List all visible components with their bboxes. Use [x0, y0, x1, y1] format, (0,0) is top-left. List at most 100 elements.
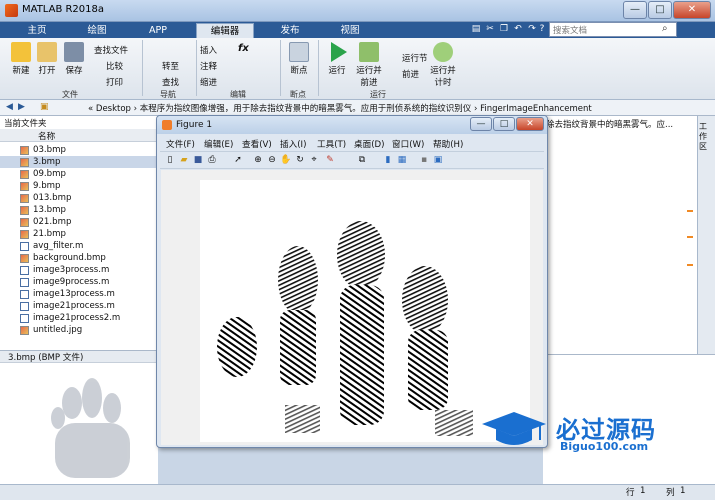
figure-close-button[interactable]: ✕ [516, 117, 544, 131]
copy-icon[interactable]: ❐ [498, 22, 510, 36]
back-arrow-icon[interactable]: ◀ [6, 102, 13, 112]
file-list-item[interactable]: image21process2.m [0, 312, 158, 324]
menu-view[interactable]: 查看(V) [242, 138, 272, 150]
file-list-item[interactable]: untitled.jpg [0, 324, 158, 336]
run-time-button[interactable]: 运行并 计时 [426, 42, 460, 88]
figure-maximize-button[interactable]: □ [493, 117, 515, 131]
file-list-item[interactable]: avg_filter.m [0, 240, 158, 252]
menu-file[interactable]: 文件(F) [166, 138, 195, 150]
hide-plot-tools-icon[interactable]: ▪ [418, 154, 430, 166]
print-figure-icon[interactable]: ⎙ [206, 154, 218, 166]
file-list-item[interactable]: 03.bmp [0, 144, 158, 156]
pointer-icon[interactable]: ➚ [232, 154, 244, 166]
data-cursor-icon[interactable]: ⌖ [308, 154, 320, 166]
file-name: 03.bmp [33, 145, 66, 155]
zoom-in-icon[interactable]: ⊕ [252, 154, 264, 166]
figure-minimize-button[interactable]: — [470, 117, 492, 131]
divider [318, 40, 319, 96]
menu-insert[interactable]: 插入(I) [280, 138, 306, 150]
folder-up-icon[interactable]: ▣ [40, 102, 49, 112]
file-list-item[interactable]: 21.bmp [0, 228, 158, 240]
column-name-header[interactable]: 名称 [38, 130, 55, 142]
brush-icon[interactable]: ✎ [324, 154, 336, 166]
forward-arrow-icon[interactable]: ▶ [18, 102, 25, 112]
menu-tools[interactable]: 工具(T) [317, 138, 346, 150]
run-advance-label-1: 运行并 [356, 66, 382, 76]
pan-icon[interactable]: ✋ [280, 154, 292, 166]
file-list-item[interactable]: background.bmp [0, 252, 158, 264]
figure-title: Figure 1 [176, 120, 213, 130]
minimize-button[interactable]: — [623, 1, 647, 19]
legend-icon[interactable]: ▦ [396, 154, 408, 166]
open-file-icon[interactable]: ▰ [178, 154, 190, 166]
menu-edit[interactable]: 编辑(E) [204, 138, 233, 150]
m-file-icon [20, 314, 29, 323]
matlab-logo-icon [5, 4, 18, 17]
close-button[interactable]: ✕ [673, 1, 711, 19]
new-label: 新建 [12, 66, 30, 76]
colorbar-icon[interactable]: ▮ [382, 154, 394, 166]
rotate-icon[interactable]: ↻ [294, 154, 306, 166]
file-list-item[interactable]: 021.bmp [0, 216, 158, 228]
run-advance-button[interactable]: 运行并 前进 [352, 42, 386, 88]
link-plot-icon[interactable]: ⧉ [356, 154, 368, 166]
save-quick-icon[interactable]: ▤ [470, 22, 482, 36]
tab-editor[interactable]: 编辑器 [196, 23, 254, 38]
file-list-item[interactable]: 09.bmp [0, 168, 158, 180]
new-figure-icon[interactable]: ▯ [164, 154, 176, 166]
workspace-label[interactable]: 工作区 [699, 122, 711, 152]
search-icon[interactable]: ⌕ [662, 23, 668, 34]
file-list-item[interactable]: 013.bmp [0, 192, 158, 204]
maximize-button[interactable]: □ [648, 1, 672, 19]
compare-button[interactable]: 比较 [106, 60, 123, 72]
find-button[interactable]: 查找 [162, 76, 179, 88]
tab-apps[interactable]: APP [140, 23, 176, 38]
menu-desktop[interactable]: 桌面(D) [354, 138, 385, 150]
zoom-out-icon[interactable]: ⊖ [266, 154, 278, 166]
help-icon[interactable]: ? [536, 22, 548, 36]
tab-view[interactable]: 视图 [330, 23, 370, 38]
save-figure-icon[interactable]: ■ [192, 154, 204, 166]
file-list-item[interactable]: image13process.m [0, 288, 158, 300]
comment-button[interactable]: 注释 [200, 60, 217, 72]
save-button[interactable]: 保存 [57, 42, 91, 76]
file-list-item[interactable]: 13.bmp [0, 204, 158, 216]
run-time-icon [433, 42, 453, 62]
tab-publish[interactable]: 发布 [270, 23, 310, 38]
search-input[interactable]: 搜索文档 [553, 24, 587, 36]
m-file-icon [20, 266, 29, 275]
folder-icon [37, 42, 57, 62]
file-list-item[interactable]: image21process.m [0, 300, 158, 312]
file-list-item[interactable]: image3process.m [0, 264, 158, 276]
preview-title: 3.bmp (BMP 文件) [8, 353, 84, 363]
editor-tab-text: 除去指纹背景中的暗黑雾气。应... [546, 120, 674, 130]
insert-button[interactable]: 插入 [200, 44, 217, 56]
file-name: image21process.m [33, 301, 115, 311]
run-section-button[interactable]: 运行节 [402, 52, 428, 64]
tab-plots[interactable]: 绘图 [78, 23, 116, 38]
undo-icon[interactable]: ↶ [512, 22, 524, 36]
advance-button[interactable]: 前进 [402, 68, 419, 80]
tab-home[interactable]: 主页 [20, 23, 54, 38]
find-files-button[interactable]: 查找文件 [94, 44, 128, 56]
save-label: 保存 [65, 66, 83, 76]
menu-window[interactable]: 窗口(W) [392, 138, 424, 150]
file-list-item[interactable]: 3.bmp [0, 156, 158, 168]
menu-help[interactable]: 帮助(H) [433, 138, 463, 150]
status-bar [0, 484, 715, 500]
file-list-item[interactable]: image9process.m [0, 276, 158, 288]
run-advance-icon [359, 42, 379, 62]
show-plot-tools-icon[interactable]: ▣ [432, 154, 444, 166]
disk-icon [64, 42, 84, 62]
window-title: MATLAB R2018a [22, 4, 105, 15]
print-button[interactable]: 打印 [106, 76, 123, 88]
breakpoints-button[interactable]: 断点 [282, 42, 316, 76]
fx-button[interactable]: fx [238, 43, 249, 54]
address-path[interactable]: « Desktop › 本程序为指纹图像增强，用于除去指纹背景中的暗黑雾气。应用… [88, 102, 592, 114]
cut-icon[interactable]: ✂ [484, 22, 496, 36]
run-button[interactable]: 运行 [320, 42, 354, 76]
indent-button[interactable]: 缩进 [200, 76, 217, 88]
goto-button[interactable]: 转至 [162, 60, 179, 72]
file-list-item[interactable]: 9.bmp [0, 180, 158, 192]
column-header: 名称 [0, 129, 158, 142]
